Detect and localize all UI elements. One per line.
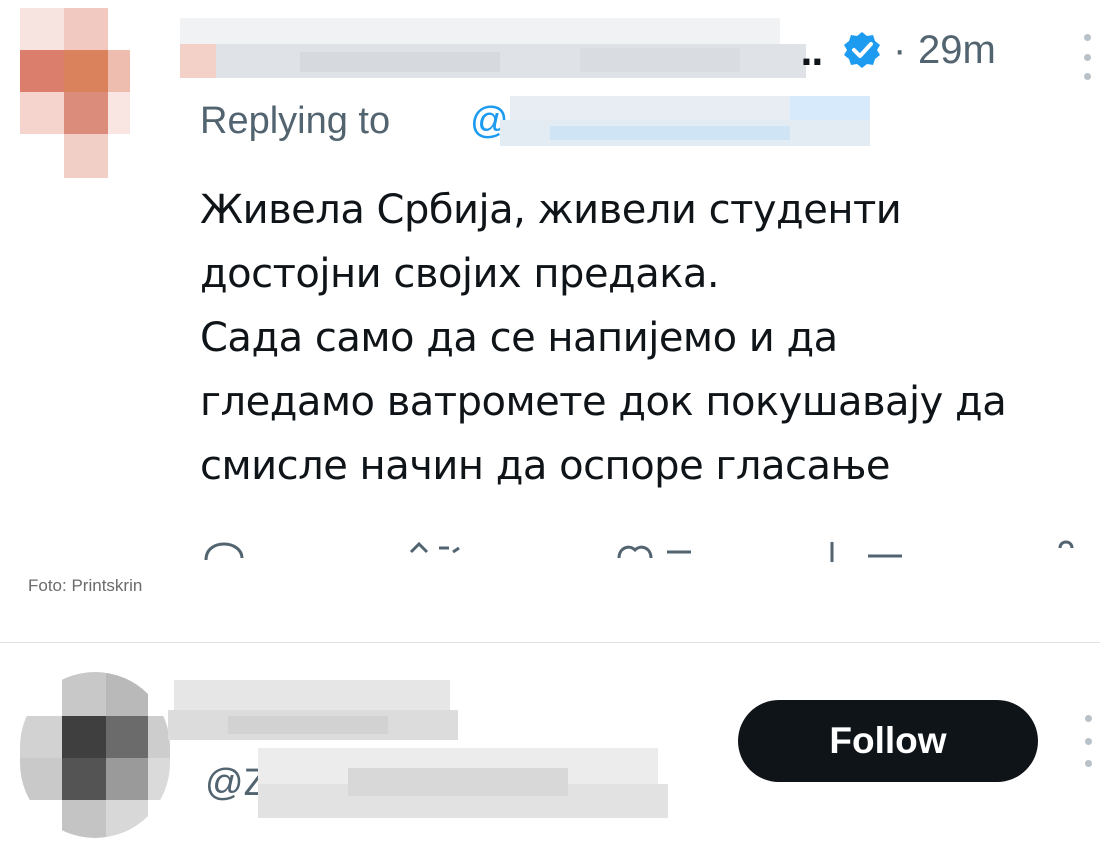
views-icon[interactable] <box>828 538 908 570</box>
author-avatar[interactable] <box>20 8 175 178</box>
tweet-text: Живела Србија, живели студенти достојни … <box>200 178 1100 498</box>
tweet-text-line: достојни својих предака. <box>200 251 720 297</box>
tweet-timestamp[interactable]: 29m <box>918 28 996 73</box>
follow-button[interactable]: Follow <box>738 700 1038 782</box>
tweet-screenshot: .. · 29m Replying to @ Живела Србија, жи… <box>0 0 1100 570</box>
tweet-text-line: гледамо ватромете док покушавају да <box>200 379 1007 425</box>
suggested-name-redacted <box>168 680 458 746</box>
more-options-icon[interactable] <box>1081 715 1095 767</box>
tweet-text-line: Живела Србија, живели студенти <box>200 187 902 233</box>
separator-dot: · <box>893 28 907 72</box>
more-options-icon[interactable] <box>1080 34 1094 80</box>
reply-icon[interactable] <box>202 538 246 570</box>
tweet-text-line: Сада само да се напијемо и да <box>200 315 838 361</box>
bookmark-icon[interactable] <box>1050 538 1080 570</box>
tweet-text-line: смисле начин да оспоре гласање <box>200 443 891 489</box>
suggested-handle-redacted <box>258 748 668 820</box>
verified-badge-icon <box>844 32 880 68</box>
author-name-redacted <box>180 14 806 84</box>
mention-redacted <box>490 96 870 148</box>
suggested-user-avatar[interactable] <box>20 672 170 838</box>
like-icon[interactable] <box>615 538 695 570</box>
name-truncation: .. <box>800 34 824 74</box>
tweet-actions <box>200 538 1100 570</box>
divider <box>0 642 1100 643</box>
retweet-icon[interactable] <box>405 538 465 570</box>
replying-to-label: Replying to <box>200 100 391 142</box>
photo-caption: Foto: Printskrin <box>28 576 143 595</box>
